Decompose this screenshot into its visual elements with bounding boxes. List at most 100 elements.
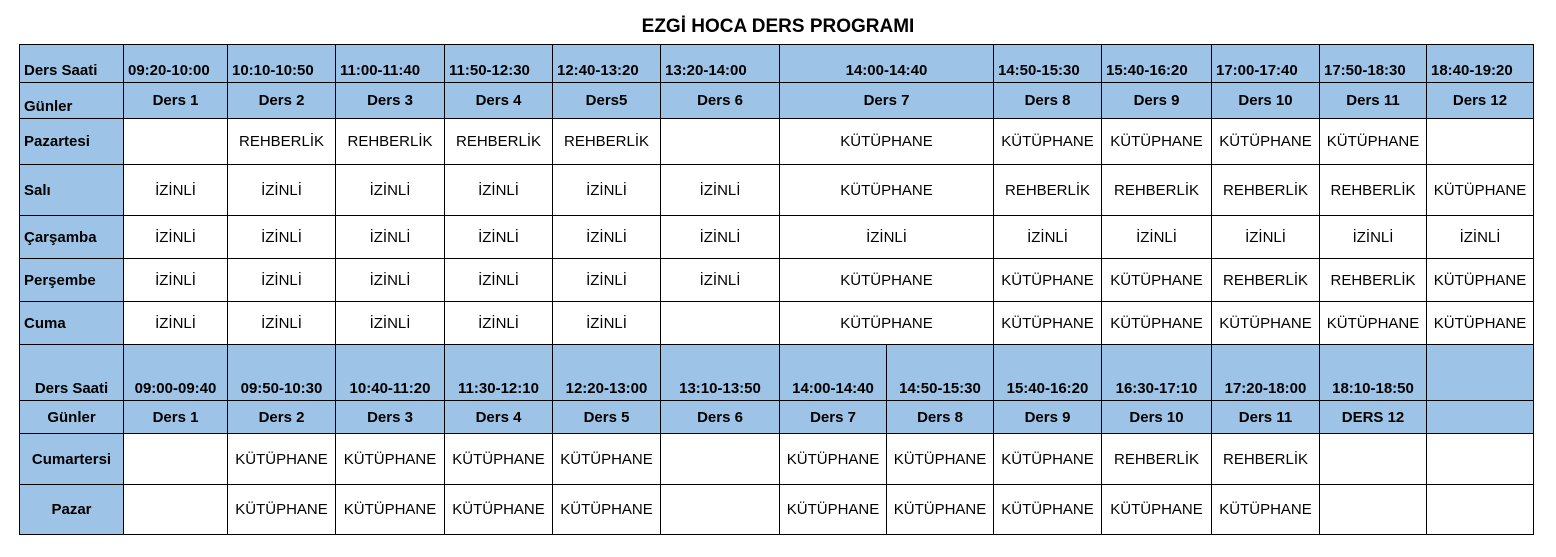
- day-row: Cumartersi KÜTÜPHANE KÜTÜPHANE KÜTÜPHANE…: [19, 433, 1534, 485]
- schedule-cell: [1426, 118, 1534, 165]
- schedule-cell: KÜTÜPHANE: [1426, 258, 1534, 302]
- lesson-cell: Ders 11: [1211, 400, 1320, 434]
- day-label: Cumartersi: [19, 433, 124, 485]
- time-cell: 09:20-10:00: [123, 44, 228, 83]
- lesson-row: Günler Ders 1 Ders 2 Ders 3 Ders 4 Ders …: [19, 400, 1534, 434]
- lesson-cell: Ders 10: [1101, 400, 1212, 434]
- lesson-row: Günler Ders 1 Ders 2 Ders 3 Ders 4 Ders5…: [19, 82, 1534, 119]
- day-row: Salı İZİNLİ İZİNLİ İZİNLİ İZİNLİ İZİNLİ …: [19, 164, 1534, 216]
- schedule-cell: KÜTÜPHANE: [552, 484, 661, 535]
- schedule-cell: KÜTÜPHANE: [779, 258, 994, 302]
- schedule-cell: KÜTÜPHANE: [335, 484, 445, 535]
- schedule-cell: İZİNLİ: [227, 164, 336, 216]
- schedule-cell: KÜTÜPHANE: [1211, 484, 1320, 535]
- day-row: Cuma İZİNLİ İZİNLİ İZİNLİ İZİNLİ İZİNLİ …: [19, 301, 1534, 345]
- time-row: Ders Saati 09:20-10:00 10:10-10:50 11:00…: [19, 44, 1534, 83]
- schedule-cell: KÜTÜPHANE: [993, 484, 1102, 535]
- schedule-cell: KÜTÜPHANE: [886, 433, 994, 485]
- time-cell: 15:40-16:20: [993, 344, 1102, 401]
- lesson-cell: Ders 9: [993, 400, 1102, 434]
- lesson-cell: Ders 7: [779, 82, 994, 119]
- lesson-cell: Ders 3: [335, 400, 445, 434]
- schedule-cell: [123, 484, 228, 535]
- lesson-cell: Ders 2: [227, 82, 336, 119]
- schedule-cell: KÜTÜPHANE: [227, 484, 336, 535]
- time-cell: 11:30-12:10: [444, 344, 553, 401]
- schedule-cell: İZİNLİ: [335, 164, 445, 216]
- schedule-cell: KÜTÜPHANE: [779, 433, 887, 485]
- schedule-cell: İZİNLİ: [227, 301, 336, 345]
- lesson-cell: Ders 11: [1319, 82, 1427, 119]
- lesson-cell: Ders 6: [660, 82, 780, 119]
- day-header: Günler: [19, 400, 124, 434]
- schedule-cell: İZİNLİ: [123, 164, 228, 216]
- schedule-cell: REHBERLİK: [1101, 164, 1212, 216]
- time-cell: 10:40-11:20: [335, 344, 445, 401]
- schedule-cell: REHBERLİK: [993, 164, 1102, 216]
- schedule-cell: REHBERLİK: [1211, 433, 1320, 485]
- schedule-cell: İZİNLİ: [993, 215, 1102, 259]
- schedule-cell: İZİNLİ: [552, 215, 661, 259]
- time-cell: 17:20-18:00: [1211, 344, 1320, 401]
- schedule-cell: KÜTÜPHANE: [779, 118, 994, 165]
- schedule-cell: [123, 433, 228, 485]
- time-cell: 18:10-18:50: [1319, 344, 1427, 401]
- schedule-cell: İZİNLİ: [444, 301, 553, 345]
- schedule-cell: REHBERLİK: [1319, 164, 1427, 216]
- lesson-cell: Ders 5: [552, 400, 661, 434]
- time-cell: 14:50-15:30: [886, 344, 994, 401]
- time-cell: 09:50-10:30: [227, 344, 336, 401]
- day-header: Günler: [19, 82, 124, 119]
- schedule-cell: İZİNLİ: [444, 258, 553, 302]
- schedule-cell: REHBERLİK: [1211, 164, 1320, 216]
- schedule-cell: KÜTÜPHANE: [1101, 484, 1212, 535]
- lesson-cell: Ders5: [552, 82, 661, 119]
- lesson-cell: Ders 10: [1211, 82, 1320, 119]
- time-cell: 11:50-12:30: [444, 44, 553, 83]
- time-cell: 12:40-13:20: [552, 44, 661, 83]
- schedule-cell: KÜTÜPHANE: [886, 484, 994, 535]
- lesson-cell: Ders 8: [993, 82, 1102, 119]
- schedule-cell: KÜTÜPHANE: [993, 258, 1102, 302]
- schedule-cell: REHBERLİK: [1319, 258, 1427, 302]
- schedule-cell: KÜTÜPHANE: [1426, 164, 1534, 216]
- schedule-cell: KÜTÜPHANE: [552, 433, 661, 485]
- lesson-cell: Ders 1: [123, 400, 228, 434]
- schedule-cell: İZİNLİ: [1101, 215, 1212, 259]
- schedule-cell: KÜTÜPHANE: [779, 301, 994, 345]
- time-cell: 13:10-13:50: [660, 344, 780, 401]
- weekday-schedule-table: Ders Saati 09:20-10:00 10:10-10:50 11:00…: [19, 44, 1534, 345]
- time-cell: 10:10-10:50: [227, 44, 336, 83]
- schedule-cell: KÜTÜPHANE: [1101, 118, 1212, 165]
- schedule-cell: [660, 301, 780, 345]
- day-label: Perşembe: [19, 258, 124, 302]
- lesson-cell: Ders 3: [335, 82, 445, 119]
- schedule-cell: KÜTÜPHANE: [993, 433, 1102, 485]
- day-row: Pazartesi REHBERLİK REHBERLİK REHBERLİK …: [19, 118, 1534, 165]
- schedule-cell: REHBERLİK: [552, 118, 661, 165]
- schedule-cell: İZİNLİ: [1426, 215, 1534, 259]
- schedule-cell: KÜTÜPHANE: [1426, 301, 1534, 345]
- lesson-cell: [1426, 400, 1534, 434]
- schedule-cell: KÜTÜPHANE: [1211, 118, 1320, 165]
- lesson-cell: Ders 9: [1101, 82, 1212, 119]
- day-label: Pazartesi: [19, 118, 124, 165]
- time-cell: 15:40-16:20: [1101, 44, 1212, 83]
- lesson-cell: Ders 1: [123, 82, 228, 119]
- schedule-cell: KÜTÜPHANE: [1211, 301, 1320, 345]
- schedule-cell: İZİNLİ: [552, 301, 661, 345]
- schedule-cell: İZİNLİ: [444, 164, 553, 216]
- time-cell: 16:30-17:10: [1101, 344, 1212, 401]
- day-row: Pazar KÜTÜPHANE KÜTÜPHANE KÜTÜPHANE KÜTÜ…: [19, 484, 1534, 535]
- schedule-cell: KÜTÜPHANE: [779, 484, 887, 535]
- time-cell: 14:00-14:40: [779, 344, 887, 401]
- lesson-cell: Ders 12: [1426, 82, 1534, 119]
- schedule-cell: İZİNLİ: [123, 258, 228, 302]
- schedule-cell: İZİNLİ: [227, 258, 336, 302]
- time-cell: 14:50-15:30: [993, 44, 1102, 83]
- schedule-cell: KÜTÜPHANE: [1319, 301, 1427, 345]
- time-cell: 09:00-09:40: [123, 344, 228, 401]
- schedule-cell: KÜTÜPHANE: [227, 433, 336, 485]
- schedule-cell: İZİNLİ: [123, 215, 228, 259]
- time-cell: [1426, 344, 1534, 401]
